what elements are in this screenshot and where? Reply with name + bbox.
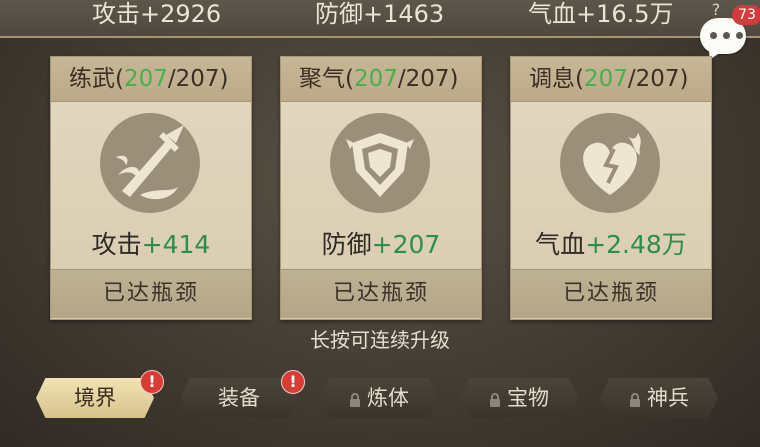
bottom-tab-bar: 境界 ! 装备 ! 炼体 宝物 神兵 bbox=[0, 370, 760, 447]
shield-icon bbox=[330, 113, 430, 213]
card-title: 聚气(207/207) bbox=[281, 57, 481, 102]
hp-total: 气血+16.5万 bbox=[528, 0, 674, 28]
card-stat: 防御+207 bbox=[321, 230, 441, 259]
alert-icon: ! bbox=[140, 370, 164, 394]
bottleneck-button[interactable]: 已达瓶颈 bbox=[511, 269, 711, 318]
lock-icon bbox=[490, 393, 500, 407]
chat-icon bbox=[710, 32, 743, 39]
card-stat: 攻击+414 bbox=[91, 230, 211, 259]
tab-realm[interactable]: 境界 bbox=[36, 378, 154, 418]
help-icon[interactable]: ? bbox=[705, 0, 727, 19]
long-press-hint: 长按可连续升级 bbox=[310, 328, 450, 352]
top-stats-bar: 攻击+2926 防御+1463 气血+16.5万 bbox=[0, 0, 760, 38]
card-gather-qi: 聚气(207/207) 防御+207 已达瓶颈 bbox=[280, 56, 482, 320]
lock-icon bbox=[350, 393, 360, 407]
tab-body-refining[interactable]: 炼体 bbox=[320, 378, 438, 418]
tab-divine-weapon[interactable]: 神兵 bbox=[600, 378, 718, 418]
attack-total: 攻击+2926 bbox=[92, 0, 222, 28]
card-stat: 气血+2.48万 bbox=[535, 230, 687, 259]
card-title: 练武(207/207) bbox=[51, 57, 251, 102]
bottleneck-button[interactable]: 已达瓶颈 bbox=[51, 269, 251, 318]
alert-icon: ! bbox=[281, 370, 305, 394]
bottleneck-button[interactable]: 已达瓶颈 bbox=[281, 269, 481, 318]
card-title: 调息(207/207) bbox=[511, 57, 711, 102]
card-train-martial: 练武(207/207) 攻击+414 已达瓶颈 bbox=[50, 56, 252, 320]
chat-unread-badge: 73 bbox=[732, 5, 760, 25]
tab-treasure[interactable]: 宝物 bbox=[460, 378, 578, 418]
defense-total: 防御+1463 bbox=[315, 0, 445, 28]
card-regulate-breath: 调息(207/207) 气血+2.48万 已达瓶颈 bbox=[510, 56, 712, 320]
heart-flame-icon bbox=[560, 113, 660, 213]
sword-icon bbox=[100, 113, 200, 213]
lock-icon bbox=[630, 393, 640, 407]
